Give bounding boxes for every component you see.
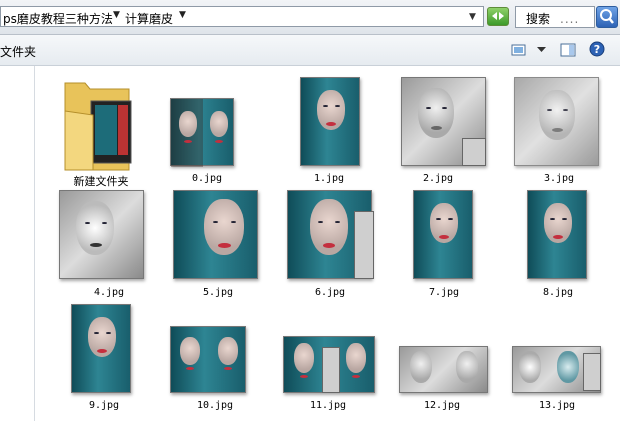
list-item[interactable]: 3.jpg xyxy=(514,70,604,186)
list-item[interactable]: 11.jpg xyxy=(283,302,375,416)
views-icon[interactable] xyxy=(511,43,527,57)
image-thumbnail xyxy=(514,77,599,166)
search-placeholder: 搜索 xyxy=(526,12,551,26)
navigation-pane[interactable] xyxy=(0,66,35,421)
address-bar[interactable]: ps磨皮教程三种方法 ▼ 计算磨皮 ▼ ▼ xyxy=(0,6,484,27)
image-thumbnail xyxy=(413,190,473,279)
image-thumbnail xyxy=(71,304,131,393)
image-thumbnail xyxy=(170,326,246,393)
file-name: 1.jpg xyxy=(313,173,345,184)
help-icon[interactable]: ? xyxy=(589,41,605,57)
views-dropdown-icon[interactable] xyxy=(537,47,546,53)
image-thumbnail xyxy=(527,190,587,279)
image-thumbnail xyxy=(399,346,488,393)
search-input[interactable]: 搜索.... xyxy=(515,6,595,28)
image-thumbnail xyxy=(59,190,144,279)
file-name: 6.jpg xyxy=(314,287,346,298)
file-name: 2.jpg xyxy=(422,173,454,184)
file-name: 5.jpg xyxy=(202,287,234,298)
list-item[interactable]: 0.jpg xyxy=(162,70,252,186)
breadcrumb-folder[interactable]: ps磨皮教程三种方法 xyxy=(3,10,113,27)
search-placeholder-dots: .... xyxy=(560,12,580,26)
search-icon xyxy=(600,9,614,24)
file-name: 3.jpg xyxy=(543,173,575,184)
folder-menu-label[interactable]: 文件夹 xyxy=(0,43,36,60)
list-item[interactable]: 5.jpg xyxy=(173,188,263,302)
folder-icon xyxy=(64,82,132,171)
image-thumbnail xyxy=(300,77,360,166)
preview-pane-icon[interactable] xyxy=(560,43,576,57)
file-name: 13.jpg xyxy=(538,400,576,411)
command-toolbar: 文件夹 ? xyxy=(0,35,620,66)
list-item[interactable]: 7.jpg xyxy=(399,188,489,302)
image-thumbnail xyxy=(287,190,374,279)
file-name: 8.jpg xyxy=(542,287,574,298)
file-name: 10.jpg xyxy=(196,400,234,411)
image-thumbnail xyxy=(512,346,601,393)
file-name: 新建文件夹 xyxy=(73,175,129,188)
file-name: 12.jpg xyxy=(423,400,461,411)
refresh-button[interactable] xyxy=(487,7,509,26)
list-item[interactable]: 13.jpg xyxy=(512,302,602,416)
list-item[interactable]: 新建文件夹 xyxy=(56,70,146,188)
breadcrumb-chevron-icon[interactable]: ▼ xyxy=(113,10,120,20)
list-item[interactable]: 9.jpg xyxy=(59,302,149,416)
refresh-icon xyxy=(492,12,504,20)
list-item[interactable]: 8.jpg xyxy=(513,188,603,302)
image-thumbnail xyxy=(173,190,258,279)
file-name: 7.jpg xyxy=(428,287,460,298)
file-name: 4.jpg xyxy=(93,287,125,298)
list-item[interactable]: 1.jpg xyxy=(284,70,374,186)
list-item[interactable]: 4.jpg xyxy=(59,188,154,302)
list-item[interactable]: 2.jpg xyxy=(393,70,486,186)
search-button[interactable] xyxy=(596,6,618,28)
image-thumbnail xyxy=(401,77,486,166)
breadcrumb-chevron-icon[interactable]: ▼ xyxy=(179,10,186,20)
image-thumbnail xyxy=(170,98,234,167)
list-item[interactable]: 6.jpg xyxy=(285,188,375,302)
file-name: 9.jpg xyxy=(88,400,120,411)
file-name: 11.jpg xyxy=(309,400,347,411)
image-thumbnail xyxy=(283,336,375,393)
file-name: 0.jpg xyxy=(191,173,223,184)
address-bar-region: ps磨皮教程三种方法 ▼ 计算磨皮 ▼ ▼ 搜索.... xyxy=(0,0,620,35)
list-item[interactable]: 10.jpg xyxy=(170,302,260,416)
breadcrumb-current[interactable]: 计算磨皮 xyxy=(125,10,173,27)
svg-text:?: ? xyxy=(594,43,600,56)
address-history-dropdown-icon[interactable]: ▼ xyxy=(469,12,476,22)
file-list[interactable]: 新建文件夹 0.jpg 1.jpg 2.jpg 3.jpg 4.jpg 5.jp… xyxy=(35,66,620,421)
list-item[interactable]: 12.jpg xyxy=(397,302,488,416)
